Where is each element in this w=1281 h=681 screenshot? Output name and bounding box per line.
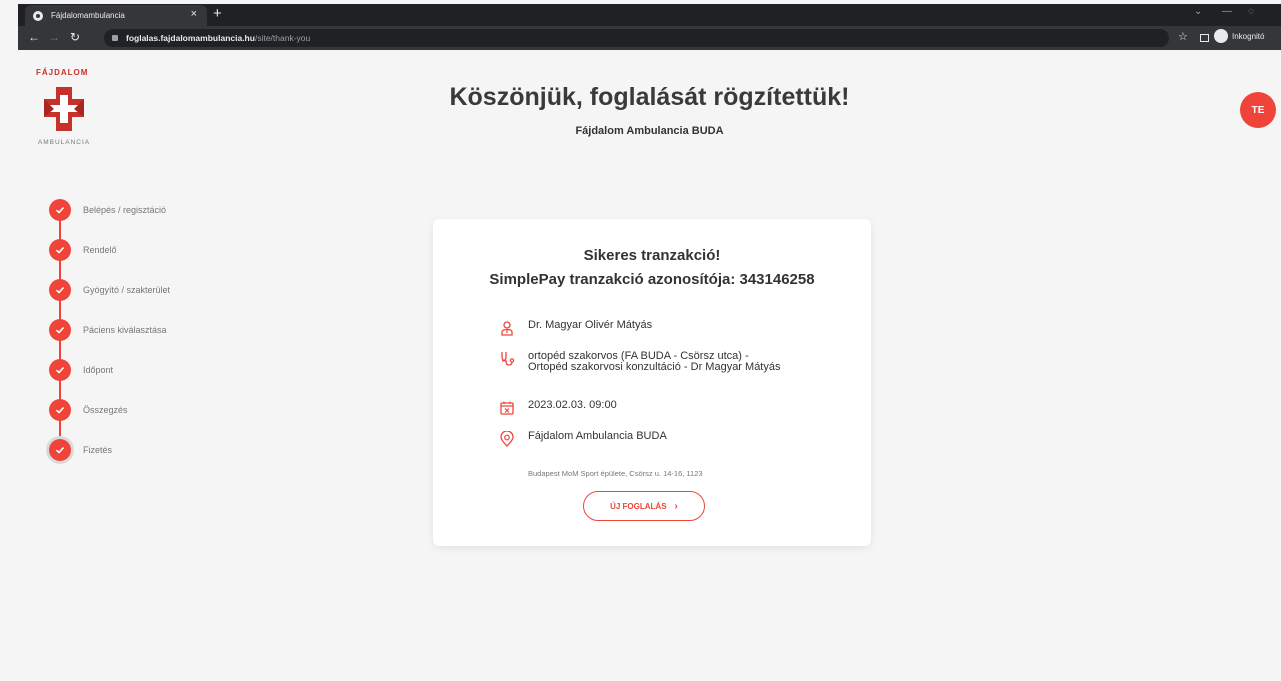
- check-icon: [49, 399, 71, 421]
- check-icon: [49, 279, 71, 301]
- incognito-indicator[interactable]: Inkognitó: [1214, 29, 1264, 43]
- stethoscope-icon: [501, 352, 515, 366]
- incognito-icon: [1214, 29, 1228, 43]
- step-time[interactable]: Időpont: [49, 359, 113, 381]
- chevron-right-icon: ›: [674, 500, 678, 512]
- step-label: Belépés / regisztáció: [83, 205, 167, 215]
- step-clinic[interactable]: Rendelő: [49, 239, 117, 261]
- new-booking-button[interactable]: ÚJ FOGLALÁS ›: [583, 491, 705, 521]
- calendar-icon: [500, 401, 514, 415]
- step-login[interactable]: Belépés / regisztáció: [49, 199, 166, 221]
- tab-title: Fájdalomambulancia: [51, 11, 125, 20]
- doctor-icon: [501, 321, 513, 336]
- service-description: ortopéd szakorvos (FA BUDA - Csörsz utca…: [528, 350, 781, 373]
- reload-icon[interactable]: ↻: [70, 30, 80, 44]
- side-panel-icon[interactable]: [1200, 34, 1209, 42]
- check-icon: [49, 199, 71, 221]
- location-address: Budapest MoM Sport épülete, Csörsz u. 14…: [528, 469, 703, 478]
- check-icon: [49, 239, 71, 261]
- datetime-row: 2023.02.03. 09:00: [499, 400, 808, 416]
- location-pin-icon: [500, 431, 514, 447]
- address-bar: ← → ↻ foglalas.fajdalomambulancia.hu /si…: [18, 26, 1281, 50]
- bookmark-star-icon[interactable]: ☆: [1178, 30, 1188, 43]
- user-avatar[interactable]: TE: [1240, 92, 1276, 128]
- location-row: Fájdalom Ambulancia BUDA: [499, 431, 808, 447]
- logo-bottom-text: AMBULANCIA: [37, 139, 91, 146]
- page-title: Köszönjük, foglalását rögzítettük!: [449, 83, 850, 111]
- globe-icon: [33, 10, 43, 21]
- back-icon[interactable]: ←: [28, 30, 40, 44]
- minimize-icon[interactable]: —: [1222, 6, 1232, 17]
- step-payment[interactable]: Fizetés: [49, 439, 112, 461]
- url-field[interactable]: foglalas.fajdalomambulancia.hu /site/tha…: [104, 29, 1169, 47]
- browser-tabstrip: Fájdalomambulancia × + ⌄ — ◌: [18, 4, 1281, 26]
- step-label: Páciens kiválasztása: [83, 325, 167, 335]
- lock-icon: [112, 35, 118, 41]
- doctor-row: Dr. Magyar Olivér Mátyás: [499, 320, 808, 336]
- transaction-id: SimplePay tranzakció azonosítója: 343146…: [489, 271, 815, 288]
- step-label: Időpont: [83, 365, 114, 375]
- check-icon: [49, 359, 71, 381]
- forward-icon[interactable]: →: [48, 30, 60, 44]
- url-path: /site/thank-you: [254, 33, 311, 43]
- step-patient[interactable]: Páciens kiválasztása: [49, 319, 167, 341]
- restore-icon[interactable]: ◌: [1248, 6, 1254, 17]
- step-summary[interactable]: Összegzés: [49, 399, 128, 421]
- service-row: ortopéd szakorvos (FA BUDA - Csörsz utca…: [499, 351, 788, 373]
- step-label: Összegzés: [83, 405, 128, 415]
- check-icon: [49, 319, 71, 341]
- tab-close-icon[interactable]: ×: [191, 8, 197, 20]
- check-icon: [49, 439, 71, 461]
- new-tab-button[interactable]: +: [213, 5, 222, 22]
- page: FÁJDALOM AMBULANCIA Köszönjük, foglalásá…: [18, 50, 1281, 681]
- url-host: foglalas.fajdalomambulancia.hu: [126, 33, 255, 43]
- card-title: Sikeres tranzakció!: [583, 247, 721, 264]
- step-specialty[interactable]: Gyógyító / szakterület: [49, 279, 170, 301]
- tab-search-icon[interactable]: ⌄: [1194, 6, 1202, 17]
- step-label: Rendelő: [83, 245, 117, 255]
- step-label: Gyógyító / szakterület: [83, 285, 171, 295]
- step-label: Fizetés: [83, 445, 113, 455]
- appointment-datetime: 2023.02.03. 09:00: [528, 399, 617, 411]
- page-subtitle: Fájdalom Ambulancia BUDA: [575, 125, 724, 137]
- doctor-name: Dr. Magyar Olivér Mátyás: [528, 319, 653, 331]
- logo-top-text: FÁJDALOM: [36, 68, 89, 77]
- location-name: Fájdalom Ambulancia BUDA: [528, 430, 667, 442]
- incognito-label: Inkognitó: [1232, 31, 1265, 41]
- browser-tab[interactable]: Fájdalomambulancia ×: [25, 5, 207, 26]
- confirmation-card: Sikeres tranzakció! SimplePay tranzakció…: [433, 219, 871, 546]
- new-booking-label: ÚJ FOGLALÁS: [610, 501, 667, 511]
